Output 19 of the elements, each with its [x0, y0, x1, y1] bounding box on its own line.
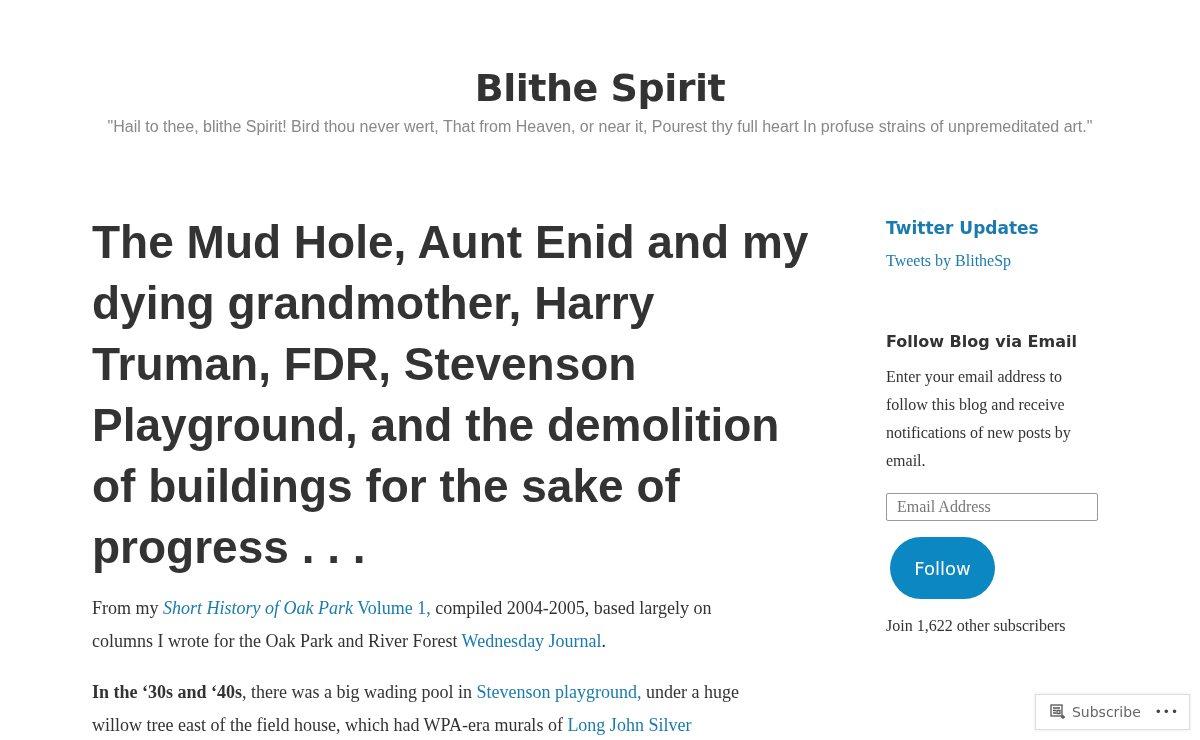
subscribe-button[interactable]: Subscribe	[1049, 704, 1141, 720]
text-link[interactable]: Long John Silver	[567, 715, 692, 735]
widget-heading: Follow Blog via Email	[886, 332, 1078, 351]
paragraph: In the ‘30s and ‘40s, there was a big wading pool in Stevenson playground, under a huge willow tree east of the field house, which had WPA-era murals of Long John Silver	[92, 681, 740, 737]
text-link[interactable]: Wednesday Journal	[461, 631, 602, 651]
more-button[interactable]: •••	[1154, 705, 1179, 719]
post-title: The Mud Hole, Aunt Enid and my dying grandmother, Harry Truman, FDR, Stevenson Playground, and the demolition of buildings for the sake of progress . . .	[92, 215, 810, 575]
site-title[interactable]: Blithe Spirit	[0, 66, 1200, 110]
site-tagline: "Hail to thee, blithe Spirit! Bird thou never wert, That from Heaven, or near it, Pourest thy full heart In profuse strains of unpremeditated art."	[106, 118, 1094, 136]
tweets-link[interactable]: Tweets by BlitheSp	[886, 252, 1012, 270]
reader-icon	[1049, 704, 1066, 720]
widget-text: Enter your email address to follow this blog and receive notifications of new posts by email.	[886, 367, 1072, 471]
text-link[interactable]: Short History of Oak Park Volume 1,	[163, 598, 431, 618]
widget-heading-link[interactable]: Twitter Updates	[886, 218, 1101, 238]
subscriber-count: Join 1,622 other subscribers	[886, 617, 1066, 635]
paragraph: From my Short History of Oak Park Volume 1, compiled 2004-2005, based largely on columns I wrote for the Oak Park and River Forest Wednesday Journal.	[92, 597, 713, 653]
text-link[interactable]: Stevenson playground,	[476, 682, 642, 702]
email-field[interactable]: Email Address	[886, 493, 1098, 521]
follow-button[interactable]: Follow	[890, 537, 995, 599]
